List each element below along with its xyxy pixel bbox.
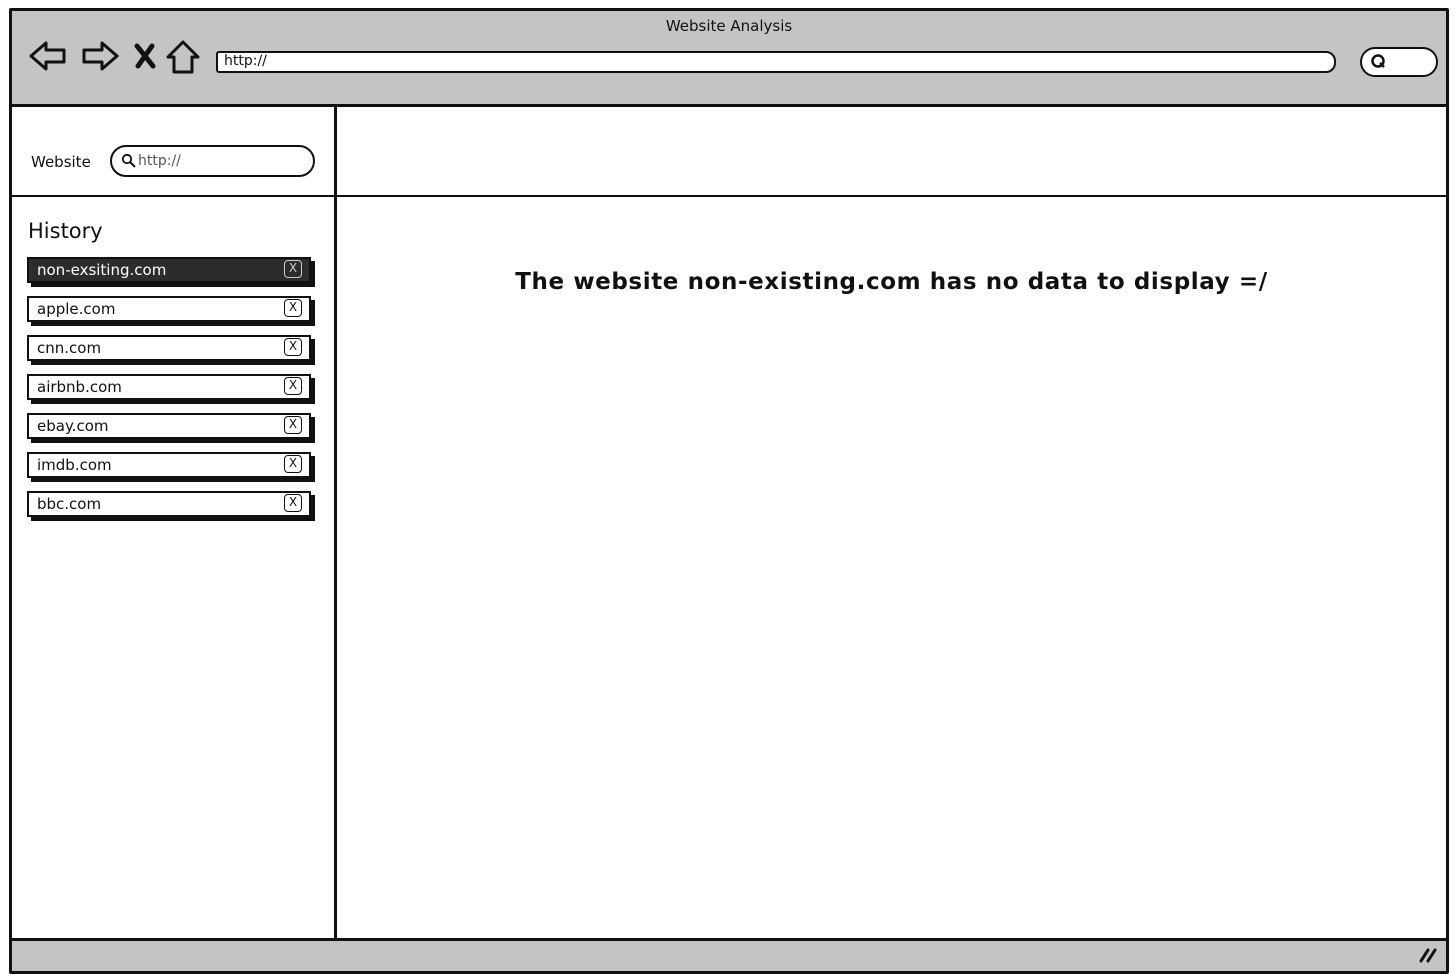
address-input[interactable] — [224, 53, 1334, 69]
website-search-input[interactable] — [138, 153, 308, 169]
browser-window: Website Analysis http:// Website http://… — [9, 8, 1449, 974]
history-item[interactable]: non-exsiting.com X — [27, 257, 317, 288]
history-item-label[interactable]: apple.com — [37, 300, 115, 318]
history-item-label[interactable]: bbc.com — [37, 495, 101, 513]
history-heading: History — [28, 219, 103, 243]
status-bar — [12, 938, 1446, 971]
stop-icon[interactable] — [133, 43, 157, 73]
address-bar[interactable] — [216, 51, 1336, 73]
history-item-label[interactable]: cnn.com — [37, 339, 101, 357]
history-item-label[interactable]: imdb.com — [37, 456, 112, 474]
history-item[interactable]: cnn.com X — [27, 335, 317, 366]
history-item[interactable]: apple.com X — [27, 296, 317, 327]
main-header-area — [337, 107, 1446, 197]
history-item-remove-button[interactable]: X — [284, 377, 302, 395]
home-icon[interactable] — [165, 39, 201, 79]
browser-title-bar: Website Analysis — [12, 11, 1446, 107]
history-item-label[interactable]: ebay.com — [37, 417, 108, 435]
website-search-field[interactable] — [110, 145, 315, 177]
history-item-label[interactable]: airbnb.com — [37, 378, 122, 396]
history-item[interactable]: ebay.com X — [27, 413, 317, 444]
history-item-remove-button[interactable]: X — [284, 260, 302, 278]
browser-search-box[interactable] — [1360, 47, 1438, 77]
history-list: non-exsiting.com Xapple.com Xcnn.com Xairbn… — [27, 257, 317, 530]
history-item-label[interactable]: non-exsiting.com — [37, 261, 166, 279]
history-item-remove-button[interactable]: X — [284, 416, 302, 434]
website-search-row: Website — [12, 107, 334, 197]
sidebar: Website History non-exsiting.com Xapple.c… — [12, 107, 337, 941]
history-item-remove-button[interactable]: X — [284, 338, 302, 356]
no-data-message: The website non-existing.com has no data… — [515, 269, 1268, 295]
back-arrow-icon[interactable] — [28, 39, 68, 77]
window-title: Website Analysis — [665, 17, 793, 35]
forward-arrow-icon[interactable] — [80, 39, 120, 77]
history-item-remove-button[interactable]: X — [284, 299, 302, 317]
resize-grip-icon[interactable] — [1418, 945, 1438, 967]
history-item[interactable]: airbnb.com X — [27, 374, 317, 405]
search-icon — [1370, 53, 1388, 75]
history-item[interactable]: imdb.com X — [27, 452, 317, 483]
website-label: Website — [31, 153, 91, 171]
history-item-remove-button[interactable]: X — [284, 494, 302, 512]
history-item-remove-button[interactable]: X — [284, 455, 302, 473]
magnifier-icon — [121, 153, 137, 173]
history-item[interactable]: bbc.com X — [27, 491, 317, 522]
